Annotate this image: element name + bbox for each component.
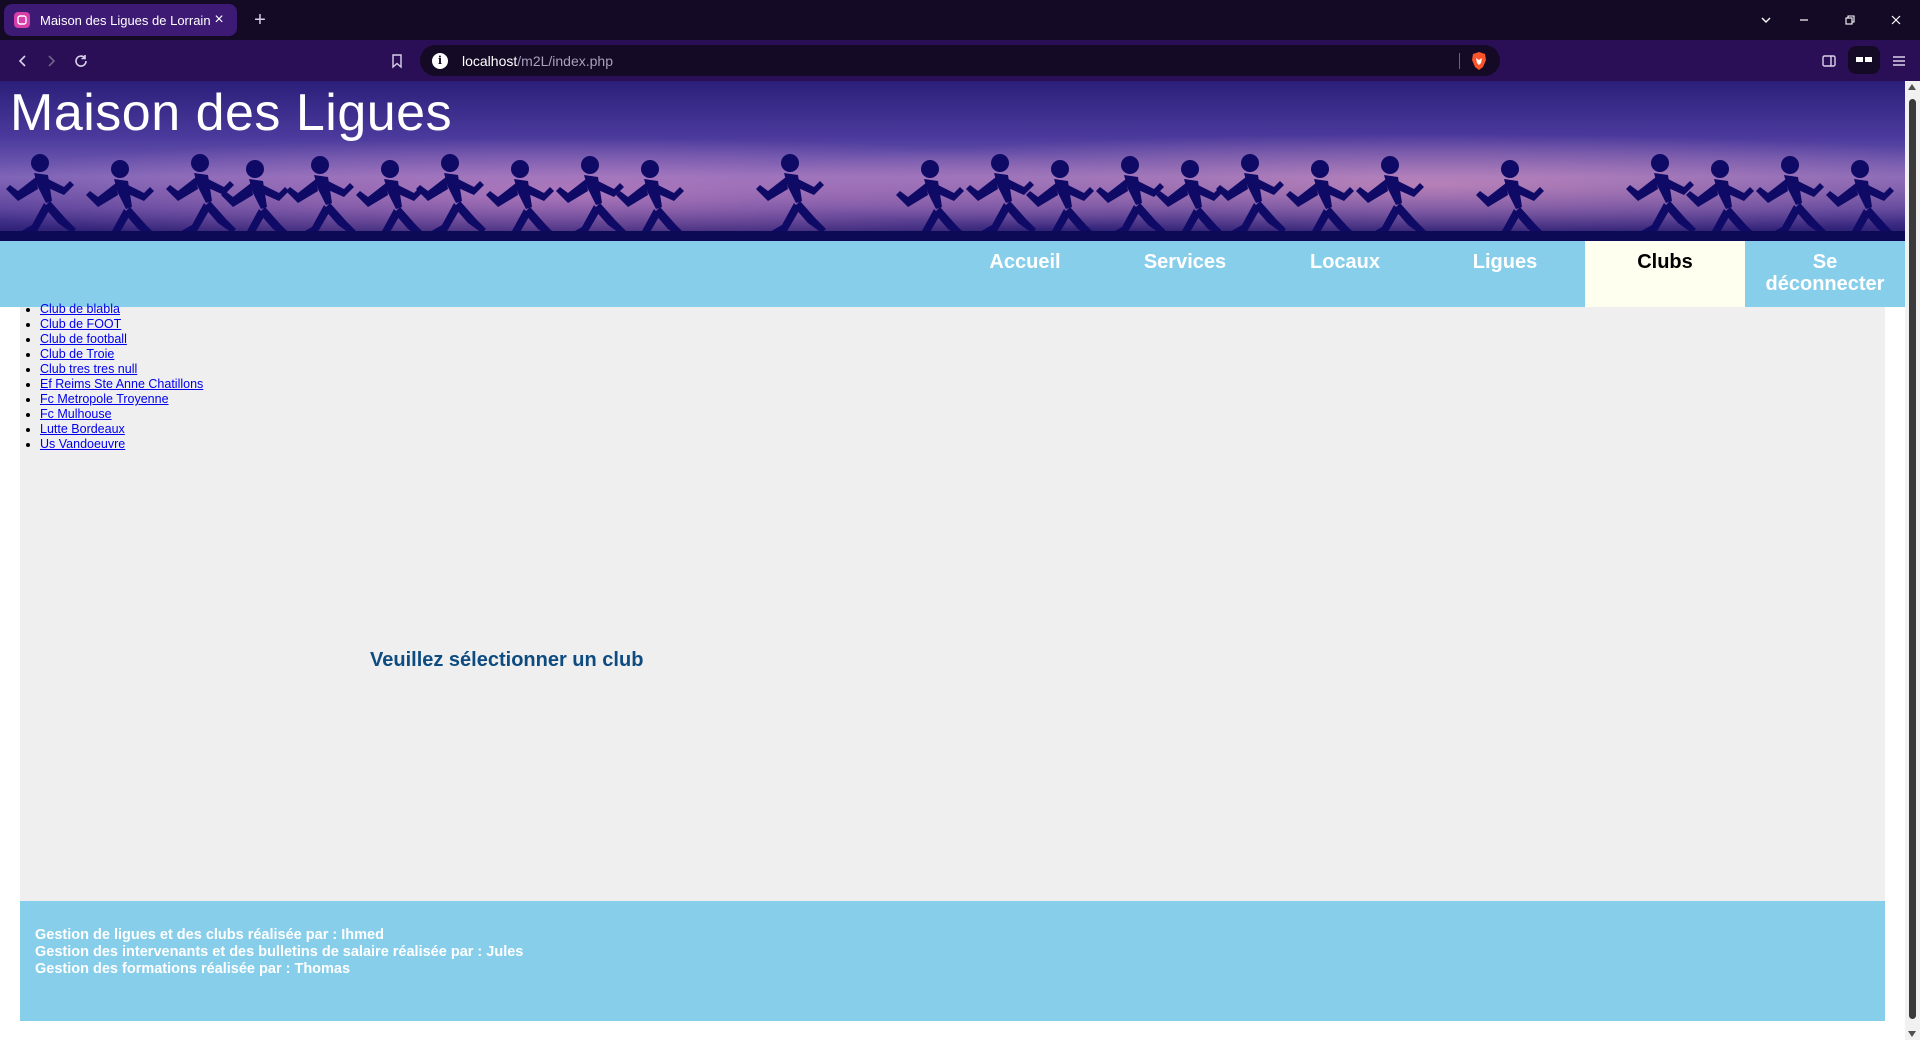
page-footer: Gestion de ligues et des clubs réalisée … [20,901,1885,1021]
browser-toolbar: i localhost/m2L/index.php [0,40,1920,81]
list-item: Lutte Bordeaux [40,422,203,437]
tab-close-icon[interactable]: × [211,11,227,28]
main-navigation: Accueil Services Locaux Ligues Clubs Se … [0,241,1905,307]
reload-icon[interactable] [68,48,94,74]
scroll-up-icon[interactable] [1908,84,1916,90]
list-item: Fc Metropole Troyenne [40,392,203,407]
list-item: Club de football [40,332,203,347]
site-info-icon[interactable]: i [432,52,448,69]
brave-shields-icon[interactable] [1470,51,1488,71]
scroll-down-icon[interactable] [1908,1031,1916,1037]
browser-tab-bar: Maison des Ligues de Lorraine × + [0,0,1920,40]
nav-se-deconnecter[interactable]: Se déconnecter [1745,241,1905,307]
tab-title: Maison des Ligues de Lorraine [40,12,211,28]
brave-wallet-icon[interactable] [1848,46,1880,74]
header-banner: Maison des Ligues [0,81,1905,241]
site-title: Maison des Ligues [10,84,453,142]
club-link[interactable]: Club de football [40,332,127,346]
minimize-icon[interactable] [1790,8,1818,32]
club-link[interactable]: Club tres tres null [40,362,137,376]
nav-clubs[interactable]: Clubs [1585,241,1745,307]
banner-ground [0,231,1905,241]
footer-credit-line: Gestion de ligues et des clubs réalisée … [35,927,384,943]
club-link[interactable]: Club de Troie [40,347,114,361]
list-item: Club de Troie [40,347,203,362]
select-club-message: Veuillez sélectionner un club [370,649,644,671]
site-favicon-icon [14,12,30,28]
club-link[interactable]: Fc Metropole Troyenne [40,392,169,406]
club-list: Club de blabla Club de FOOT Club de foot… [20,302,203,452]
club-link[interactable]: Lutte Bordeaux [40,422,125,436]
tab-search-chevron-icon[interactable] [1752,8,1780,32]
close-window-icon[interactable] [1882,8,1910,32]
list-item: Club de blabla [40,302,203,317]
page-viewport: Maison des Ligues Accueil Services Locau… [0,81,1905,1040]
menu-icon[interactable] [1886,48,1912,74]
footer-credit-line: Gestion des formations réalisée par : Th… [35,961,351,977]
list-item: Club tres tres null [40,362,203,377]
bookmark-icon[interactable] [384,48,410,74]
main-content [20,307,1885,902]
club-link[interactable]: Us Vandoeuvre [40,437,125,451]
list-item: Club de FOOT [40,317,203,332]
url-separator [1459,53,1460,69]
club-link[interactable]: Club de FOOT [40,317,121,331]
nav-accueil[interactable]: Accueil [945,241,1105,307]
club-link[interactable]: Fc Mulhouse [40,407,112,421]
address-bar[interactable]: i localhost/m2L/index.php [420,45,1500,76]
nav-locaux[interactable]: Locaux [1265,241,1425,307]
browser-tab[interactable]: Maison des Ligues de Lorraine × [4,4,237,36]
new-tab-icon[interactable]: + [248,8,272,32]
footer-credit-line: Gestion des intervenants et des bulletin… [35,944,524,960]
back-icon[interactable] [10,48,36,74]
list-item: Ef Reims Ste Anne Chatillons [40,377,203,392]
sidebar-toggle-icon[interactable] [1816,48,1842,74]
vertical-scrollbar[interactable] [1905,81,1920,1040]
forward-icon[interactable] [38,48,64,74]
nav-services[interactable]: Services [1105,241,1265,307]
nav-ligues[interactable]: Ligues [1425,241,1585,307]
restore-icon[interactable] [1836,8,1864,32]
club-link[interactable]: Club de blabla [40,302,120,316]
list-item: Fc Mulhouse [40,407,203,422]
scroll-thumb[interactable] [1909,99,1916,1019]
url-path: /m2L/index.php [517,52,613,69]
list-item: Us Vandoeuvre [40,437,203,452]
url-host: localhost [462,52,518,69]
club-link[interactable]: Ef Reims Ste Anne Chatillons [40,377,203,391]
